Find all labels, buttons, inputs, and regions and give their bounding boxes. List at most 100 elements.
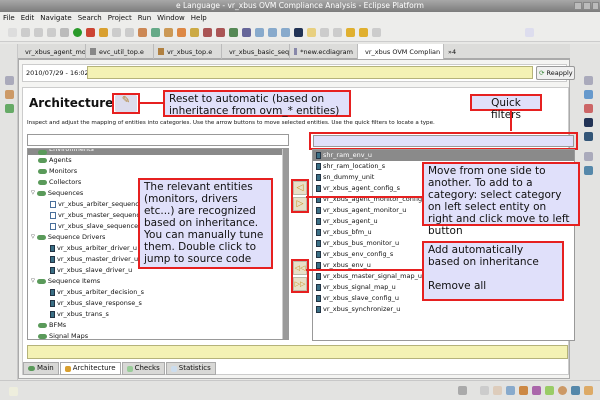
- brush-icon[interactable]: [307, 28, 316, 37]
- cube-icon[interactable]: [294, 28, 303, 37]
- tree-item[interactable]: vr_xbus_slave_response_s: [28, 298, 288, 309]
- entity-icon: [316, 163, 321, 170]
- callout-line: [306, 269, 423, 271]
- toolbar-icon[interactable]: [138, 28, 147, 37]
- external-tools-icon[interactable]: [86, 28, 95, 37]
- toolbar-icon[interactable]: [242, 28, 251, 37]
- toolbar-icon[interactable]: [164, 28, 173, 37]
- view-icon[interactable]: [532, 386, 541, 395]
- tasks-icon[interactable]: [545, 386, 554, 395]
- ovm-category-icon: [36, 235, 46, 240]
- outline-icon[interactable]: [584, 90, 593, 99]
- expand-arrow-icon[interactable]: ▽: [31, 188, 35, 199]
- tree-item[interactable]: Agents: [28, 155, 288, 166]
- menu-window[interactable]: Window: [157, 12, 185, 24]
- tab-ovm-compliance[interactable]: vr_xbus OVM Complian⊠: [358, 44, 444, 59]
- next-annotation-icon[interactable]: [320, 28, 329, 37]
- diagram-icon: [294, 48, 298, 55]
- console-icon[interactable]: [571, 386, 580, 395]
- list-item-label: vr_xbus_agent_config_s: [323, 184, 401, 192]
- tab-vr-xbus-top[interactable]: vr_xbus_top.e: [154, 44, 222, 59]
- new-icon[interactable]: [8, 28, 17, 37]
- collapse-icon[interactable]: [281, 28, 290, 37]
- expand-arrow-icon[interactable]: ▽: [31, 232, 35, 243]
- tab-checks[interactable]: Checks: [121, 362, 165, 375]
- tab-vr-xbus-basic-seq[interactable]: vr_xbus_basic_seq_li: [222, 44, 290, 59]
- toolbar-icon[interactable]: [229, 28, 238, 37]
- view-icon[interactable]: [493, 386, 502, 395]
- fast-view-icon[interactable]: [9, 387, 18, 396]
- restore-icon[interactable]: [584, 76, 593, 85]
- toolbar-icon[interactable]: [190, 28, 199, 37]
- view-icon[interactable]: [506, 386, 515, 395]
- expand-icon[interactable]: [268, 28, 277, 37]
- restore-icon[interactable]: [584, 152, 593, 161]
- view-icon[interactable]: [584, 166, 593, 175]
- save-icon[interactable]: [21, 28, 30, 37]
- type-hierarchy-icon[interactable]: [584, 104, 593, 113]
- back-icon[interactable]: [359, 28, 368, 37]
- print-icon[interactable]: [47, 28, 56, 37]
- list-item-label: vr_xbus_slave_config_u: [323, 294, 400, 302]
- list-item[interactable]: shr_ram_env_u: [313, 150, 574, 161]
- tree-item[interactable]: vr_xbus_trans_s: [28, 309, 288, 320]
- menu-edit[interactable]: Edit: [21, 12, 35, 24]
- tree-icon[interactable]: [584, 132, 593, 141]
- tree-item[interactable]: BFMs: [28, 320, 288, 331]
- view-icon[interactable]: [558, 386, 567, 395]
- menu-file[interactable]: File: [3, 12, 15, 24]
- tab-statistics[interactable]: Statistics: [165, 362, 216, 375]
- debug-icon[interactable]: [60, 28, 69, 37]
- expand-arrow-icon[interactable]: ▽: [31, 276, 35, 287]
- last-edit-icon[interactable]: [346, 28, 355, 37]
- tab-label: Architecture: [72, 364, 116, 372]
- maximize-button[interactable]: [583, 2, 591, 10]
- menu-search[interactable]: Search: [78, 12, 102, 24]
- tree-scrollbar[interactable]: [282, 149, 288, 339]
- view-icon[interactable]: [519, 386, 528, 395]
- tab-architecture[interactable]: Architecture: [59, 362, 121, 375]
- tab-main[interactable]: Main: [23, 362, 59, 375]
- ovm-icon: [28, 366, 35, 371]
- close-button[interactable]: [592, 2, 599, 10]
- list-item[interactable]: vr_xbus_synchronizer_u: [313, 304, 574, 315]
- save-all-icon[interactable]: [34, 28, 43, 37]
- run-icon[interactable]: [73, 28, 82, 37]
- toolbar-icon[interactable]: [125, 28, 134, 37]
- view-icon[interactable]: [480, 386, 489, 395]
- forward-icon[interactable]: [372, 28, 381, 37]
- toolbar-icon[interactable]: [112, 28, 121, 37]
- tab-evc-util-top[interactable]: evc_util_top.e: [86, 44, 154, 59]
- menu-help[interactable]: Help: [191, 12, 207, 24]
- open-perspective-icon[interactable]: [525, 28, 534, 37]
- tab-overflow[interactable]: »4: [444, 44, 460, 59]
- tab-new-ecdiagram[interactable]: *new.ecdiagram: [290, 44, 358, 59]
- error-log-icon[interactable]: [458, 386, 467, 395]
- tree-item[interactable]: vr_xbus_arbiter_decision_s: [28, 287, 288, 298]
- menu-project[interactable]: Project: [108, 12, 132, 24]
- entity-icon: [316, 229, 321, 236]
- tree-item-label: Sequence Drivers: [47, 233, 106, 241]
- menu-run[interactable]: Run: [138, 12, 151, 24]
- prev-annotation-icon[interactable]: [333, 28, 342, 37]
- expand-icon[interactable]: [255, 28, 264, 37]
- toolbar-icon[interactable]: [177, 28, 186, 37]
- tab-vr-xbus-agent-monitor[interactable]: vr_xbus_agent_monito: [18, 44, 86, 59]
- view-icon[interactable]: [584, 386, 593, 395]
- minimize-button[interactable]: [574, 2, 582, 10]
- reapply-button[interactable]: ⟳ Reapply: [536, 66, 575, 80]
- toolbar-icon[interactable]: [203, 28, 212, 37]
- ovm-category-icon: [36, 279, 46, 284]
- toolbar-icon[interactable]: [151, 28, 160, 37]
- tree-item[interactable]: ▽ Sequence Items: [28, 276, 288, 287]
- restore-icon[interactable]: [5, 76, 14, 85]
- category-filter-input[interactable]: [27, 134, 289, 146]
- cube-icon[interactable]: [584, 118, 593, 127]
- tree-item[interactable]: Monitors: [28, 166, 288, 177]
- pen-icon[interactable]: [99, 28, 108, 37]
- view-icon[interactable]: [5, 90, 14, 99]
- tree-item[interactable]: Signal Maps: [28, 331, 288, 339]
- hierarchy-icon[interactable]: [5, 104, 14, 113]
- menu-navigate[interactable]: Navigate: [40, 12, 71, 24]
- toolbar-icon[interactable]: [216, 28, 225, 37]
